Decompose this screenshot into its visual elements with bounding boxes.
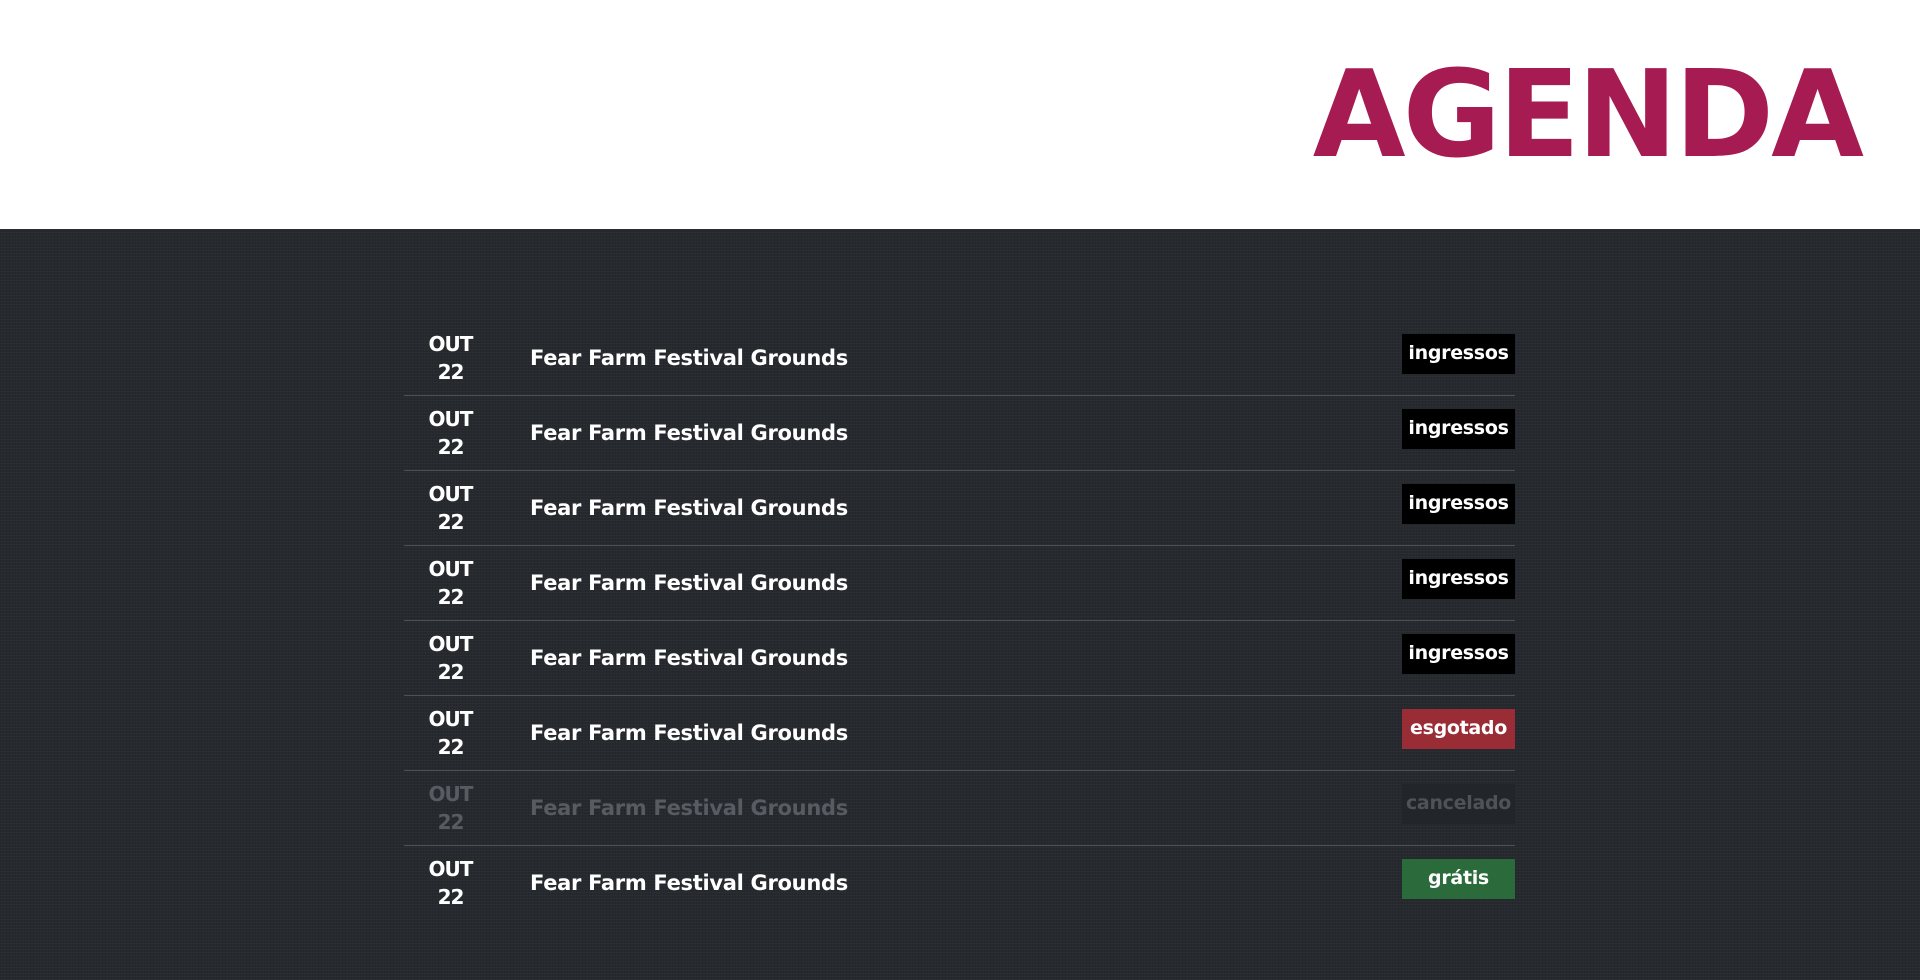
event-day: 22 — [437, 585, 465, 609]
agenda-section: OUT 22 Fear Farm Festival Grounds ingres… — [0, 229, 1920, 980]
event-venue: Fear Farm Festival Grounds — [530, 496, 848, 520]
event-venue: Fear Farm Festival Grounds — [530, 421, 848, 445]
event-venue: Fear Farm Festival Grounds — [530, 571, 848, 595]
event-date: OUT 22 — [404, 330, 497, 386]
event-list: OUT 22 Fear Farm Festival Grounds ingres… — [404, 321, 1515, 921]
event-month: OUT — [428, 782, 474, 806]
event-day: 22 — [437, 510, 465, 534]
sold-out-badge: esgotado — [1402, 709, 1515, 749]
event-row: OUT 22 Fear Farm Festival Grounds ingres… — [404, 321, 1515, 396]
event-day: 22 — [437, 810, 465, 834]
event-month: OUT — [428, 557, 474, 581]
tickets-button[interactable]: ingressos — [1402, 634, 1515, 674]
page-title: AGENDA — [1312, 46, 1864, 185]
event-row: OUT 22 Fear Farm Festival Grounds grátis — [404, 846, 1515, 921]
event-day: 22 — [437, 360, 465, 384]
event-day: 22 — [437, 660, 465, 684]
event-row: OUT 22 Fear Farm Festival Grounds esgota… — [404, 696, 1515, 771]
event-venue: Fear Farm Festival Grounds — [530, 721, 848, 745]
event-row: OUT 22 Fear Farm Festival Grounds ingres… — [404, 546, 1515, 621]
event-date: OUT 22 — [404, 480, 497, 536]
event-venue: Fear Farm Festival Grounds — [530, 646, 848, 670]
event-venue: Fear Farm Festival Grounds — [530, 796, 848, 820]
event-day: 22 — [437, 435, 465, 459]
event-date: OUT 22 — [404, 555, 497, 611]
free-button[interactable]: grátis — [1402, 859, 1515, 899]
cancelled-badge: cancelado — [1402, 784, 1515, 824]
event-date: OUT 22 — [404, 405, 497, 461]
event-date: OUT 22 — [404, 705, 497, 761]
event-month: OUT — [428, 332, 474, 356]
event-day: 22 — [437, 885, 465, 909]
event-date: OUT 22 — [404, 780, 497, 836]
event-date: OUT 22 — [404, 630, 497, 686]
event-month: OUT — [428, 482, 474, 506]
event-row: OUT 22 Fear Farm Festival Grounds ingres… — [404, 621, 1515, 696]
tickets-button[interactable]: ingressos — [1402, 409, 1515, 449]
event-row: OUT 22 Fear Farm Festival Grounds ingres… — [404, 396, 1515, 471]
event-month: OUT — [428, 632, 474, 656]
event-month: OUT — [428, 857, 474, 881]
event-day: 22 — [437, 735, 465, 759]
tickets-button[interactable]: ingressos — [1402, 559, 1515, 599]
event-row: OUT 22 Fear Farm Festival Grounds ingres… — [404, 471, 1515, 546]
event-venue: Fear Farm Festival Grounds — [530, 871, 848, 895]
page-header: AGENDA — [0, 0, 1920, 229]
event-month: OUT — [428, 407, 474, 431]
event-venue: Fear Farm Festival Grounds — [530, 346, 848, 370]
event-date: OUT 22 — [404, 855, 497, 911]
event-month: OUT — [428, 707, 474, 731]
tickets-button[interactable]: ingressos — [1402, 334, 1515, 374]
event-row-cancelled: OUT 22 Fear Farm Festival Grounds cancel… — [404, 771, 1515, 846]
tickets-button[interactable]: ingressos — [1402, 484, 1515, 524]
